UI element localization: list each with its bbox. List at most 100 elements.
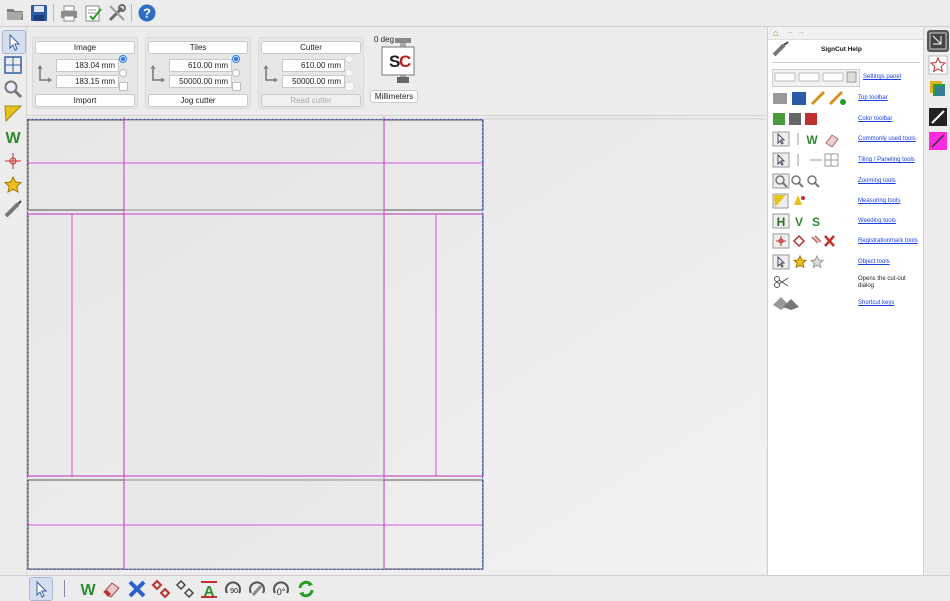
save-icon[interactable] [28, 2, 50, 24]
jog-cutter-button[interactable]: Jog cutter [148, 94, 248, 107]
svg-text:0°: 0° [277, 587, 286, 597]
left-toolbar: W [0, 27, 27, 575]
svg-text:H: H [777, 215, 786, 229]
help-icon[interactable]: ? [136, 2, 158, 24]
tiling-grid-icon[interactable] [2, 54, 24, 76]
signcut-logo[interactable]: S C [379, 37, 419, 87]
help-link-zooming-tools[interactable]: Zooming tools [858, 178, 896, 184]
help-nav-bar: ⌂ → → [768, 27, 923, 40]
image-height-field[interactable]: 183.15 mm [56, 75, 119, 88]
back-icon[interactable]: → [786, 27, 794, 36]
svg-text:90: 90 [230, 588, 238, 595]
open-folder-icon[interactable] [4, 2, 26, 24]
registration-mark-icon[interactable] [2, 150, 24, 172]
help-link-settings-panel[interactable]: Settings panel [863, 74, 901, 80]
cutter-radio[interactable] [345, 55, 353, 63]
help-row-object-tools: Object tools [770, 253, 922, 271]
help-link-object-tools[interactable]: Object tools [858, 259, 890, 265]
tiles-radio-2[interactable] [232, 69, 240, 77]
checklist-icon[interactable] [82, 2, 104, 24]
cutout-dialog-icon [772, 274, 790, 290]
print-icon[interactable] [58, 2, 80, 24]
help-row-shortcuts: Shortcut keys [770, 294, 922, 312]
design-canvas [27, 117, 766, 574]
help-link-registration-tools[interactable]: Registrationmark tools [858, 238, 918, 244]
measure-icon[interactable] [2, 102, 24, 124]
fill-color-icon[interactable] [927, 130, 949, 152]
reg-mark-outline-icon[interactable] [174, 578, 196, 600]
eraser-icon[interactable] [100, 578, 122, 600]
help-row-common-tools: W Commonly used tools [770, 130, 922, 148]
tiles-lock-checkbox[interactable] [232, 82, 241, 91]
read-cutter-button[interactable]: Read cutter [261, 94, 361, 107]
object-tools-thumb-icon [772, 254, 826, 270]
tools-icon[interactable] [106, 2, 128, 24]
image-radio-2[interactable] [119, 69, 127, 77]
top-toolbar-thumb-icon [772, 90, 848, 106]
text-tool-icon[interactable]: A [198, 578, 220, 600]
line-color-icon[interactable] [927, 106, 949, 128]
weed-icon[interactable]: W [77, 578, 99, 600]
common-tools-thumb-icon: W [772, 131, 842, 148]
image-lock-checkbox[interactable] [119, 82, 128, 91]
reg-mark-red-icon[interactable] [150, 578, 172, 600]
registration-tools-thumb-icon [772, 233, 838, 249]
select-arrow-icon[interactable] [29, 577, 53, 601]
tiles-height-field[interactable]: 50000.00 mm [169, 75, 232, 88]
help-link-shortcut-keys[interactable]: Shortcut keys [858, 300, 894, 306]
node-edit-icon[interactable] [927, 30, 949, 52]
cutter-radio-2[interactable] [345, 69, 353, 77]
layers-icon[interactable] [927, 78, 949, 100]
axis-icon [149, 65, 165, 83]
import-button[interactable]: Import [35, 94, 135, 107]
refresh-icon[interactable] [295, 578, 317, 600]
star-shape-icon[interactable] [927, 54, 949, 76]
help-row-color-toolbar: Color toolbar [770, 110, 922, 128]
rotate-knife-icon[interactable] [246, 578, 268, 600]
image-label: Image [35, 41, 135, 54]
canvas-area[interactable] [27, 117, 766, 574]
object-star-icon[interactable] [2, 174, 24, 196]
help-row-registration-tools: Registrationmark tools [770, 232, 922, 250]
help-text-cutout: Opens the cut-out dialog [858, 276, 906, 289]
help-link-color-toolbar[interactable]: Color toolbar [858, 116, 892, 122]
help-title-icon [772, 41, 790, 57]
help-row-weeding-tools: HVS Weeding tools [770, 212, 922, 230]
rotate-0-icon[interactable]: 0° [270, 578, 292, 600]
cutter-height-field[interactable]: 50000.00 mm [282, 75, 345, 88]
image-radio[interactable] [119, 55, 127, 63]
help-row-measuring-tools: Measuring tools [770, 192, 922, 210]
weed-icon[interactable]: W [2, 126, 24, 148]
rotate-90-icon[interactable]: 90 [222, 578, 244, 600]
home-icon[interactable]: ⌂ [773, 28, 778, 38]
help-link-measuring-tools[interactable]: Measuring tools [858, 198, 900, 204]
zooming-tools-thumb-icon [772, 173, 824, 189]
help-row-top-toolbar: Top toolbar [770, 89, 922, 107]
select-arrow-icon[interactable] [2, 30, 26, 54]
bottom-toolbar: W A 90 0° [0, 575, 950, 601]
image-width-field[interactable]: 183.04 mm [56, 59, 119, 72]
svg-text:W: W [5, 130, 21, 147]
help-link-common-tools[interactable]: Commonly used tools [858, 136, 916, 142]
right-toolbar [923, 27, 950, 575]
cutter-lock-checkbox[interactable] [345, 82, 354, 91]
help-row-zooming-tools: Zooming tools [770, 172, 922, 190]
shortcut-keys-icon [772, 295, 802, 311]
help-link-top-toolbar[interactable]: Top toolbar [858, 95, 888, 101]
zoom-icon[interactable] [2, 78, 24, 100]
cutter-width-field[interactable]: 610.00 mm [282, 59, 345, 72]
axis-icon [36, 65, 52, 83]
tiles-label: Tiles [148, 41, 248, 54]
knife-tool-icon[interactable] [2, 198, 24, 220]
tiles-radio[interactable] [232, 55, 240, 63]
tiles-width-field[interactable]: 610.00 mm [169, 59, 232, 72]
delete-x-icon[interactable] [126, 578, 148, 600]
forward-icon[interactable]: → [797, 27, 805, 36]
measuring-tools-thumb-icon [772, 193, 808, 209]
help-link-tiling-tools[interactable]: Tiling / Paneling tools [858, 157, 915, 163]
units-button[interactable]: Millimeters [370, 90, 418, 103]
top-toolbar: ? [0, 0, 950, 27]
help-link-weeding-tools[interactable]: Weeding tools [858, 218, 896, 224]
tiling-tools-thumb-icon [772, 152, 842, 168]
axis-icon [262, 65, 278, 83]
